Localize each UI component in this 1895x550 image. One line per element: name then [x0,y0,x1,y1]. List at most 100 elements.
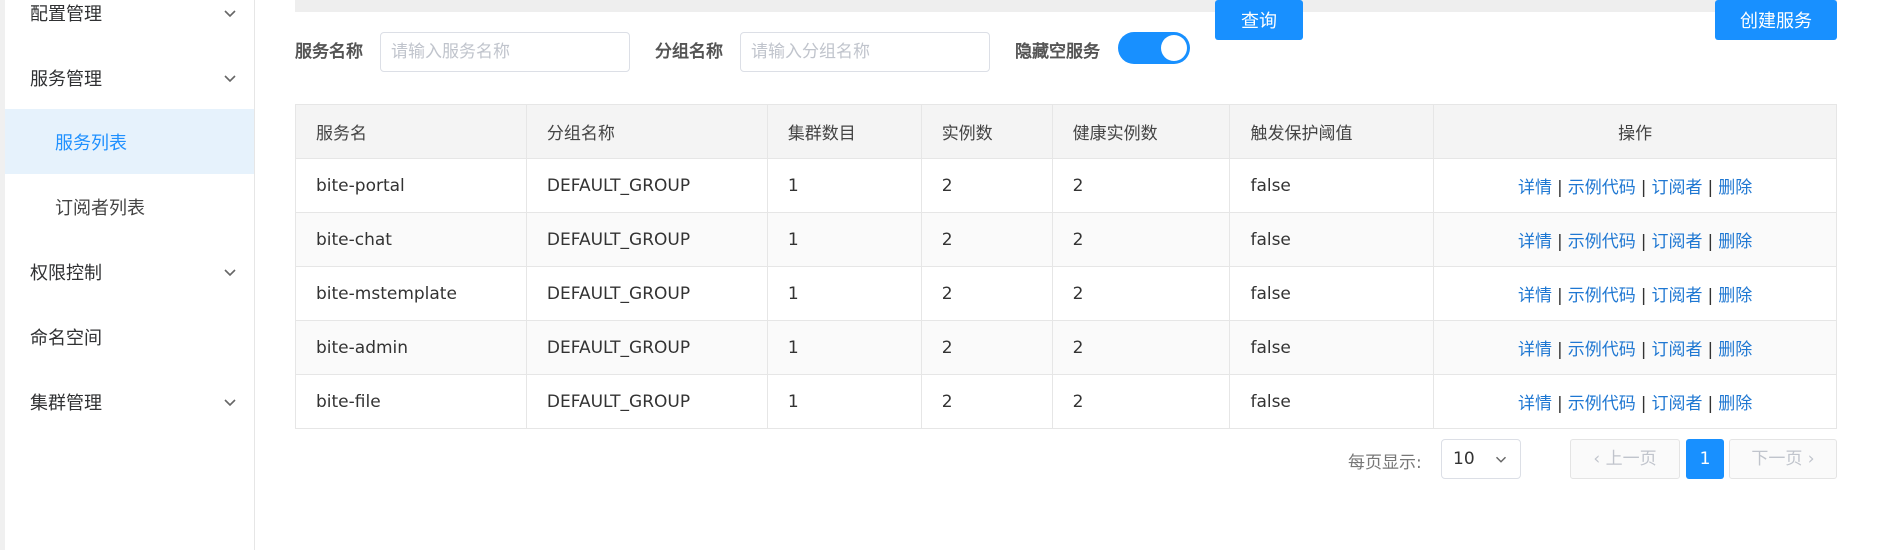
detail-link[interactable]: 详情 [1518,340,1552,360]
subscribers-link[interactable]: 订阅者 [1652,178,1703,198]
sidebar-item-namespace[interactable]: 命名空间 [5,304,254,369]
action-separator: | [1707,340,1714,360]
cell-cluster-count: 1 [766,374,922,429]
column-header-healthy-instance-count: 健康实例数 [1051,104,1231,159]
table-row: bite-file DEFAULT_GROUP 1 2 2 false 详情 | 示例代码 | 订阅… [295,374,1837,429]
sidebar-item-subscriber-list[interactable]: 订阅者列表 [5,174,254,239]
action-separator: | [1557,232,1563,252]
cell-healthy-instance-count: 2 [1051,374,1231,429]
cell-healthy-instance-count: 2 [1051,266,1231,321]
table-row: bite-chat DEFAULT_GROUP 1 2 2 false 详情 | 示例代码 | 订阅… [295,212,1837,267]
group-name-input[interactable] [740,32,990,72]
delete-link[interactable]: 删除 [1718,340,1752,360]
page-size-select[interactable]: 10 [1441,439,1521,479]
detail-link[interactable]: 详情 [1518,286,1552,306]
delete-link[interactable]: 删除 [1718,232,1752,252]
sidebar-item-service-list[interactable]: 服务列表 [5,109,254,174]
query-button[interactable]: 查询 [1215,0,1303,40]
detail-link[interactable]: 详情 [1518,178,1552,198]
chevron-left-icon: ‹ [1593,449,1601,469]
action-separator: | [1640,178,1647,198]
column-header-group-name: 分组名称 [525,104,768,159]
sample-code-link[interactable]: 示例代码 [1568,178,1636,198]
action-separator: | [1557,340,1563,360]
cell-cluster-count: 1 [766,158,922,213]
cell-instance-count: 2 [920,266,1053,321]
cell-cluster-count: 1 [766,320,922,375]
cell-service-name: bite-admin [295,320,527,375]
sample-code-link[interactable]: 示例代码 [1568,286,1636,306]
action-separator: | [1707,232,1714,252]
table-row: bite-portal DEFAULT_GROUP 1 2 2 false 详情 | 示例代码 |… [295,158,1837,213]
cell-actions: 详情 | 示例代码 | 订阅者 | 删除 [1433,320,1837,375]
cell-cluster-count: 1 [766,212,922,267]
next-page-button[interactable]: 下一页 › [1729,439,1837,479]
action-separator: | [1557,178,1563,198]
cell-group-name: DEFAULT_GROUP [525,212,768,267]
cell-healthy-instance-count: 2 [1051,158,1231,213]
cell-group-name: DEFAULT_GROUP [525,158,768,213]
table-row: bite-mstemplate DEFAULT_GROUP 1 2 2 false 详情 | 示… [295,266,1837,321]
cell-healthy-instance-count: 2 [1051,212,1231,267]
prev-page-button[interactable]: ‹ 上一页 [1570,439,1680,479]
sidebar-item-config-management[interactable]: 配置管理 [5,0,254,45]
cell-protect-threshold: false [1229,158,1435,213]
sidebar-item-label: 服务列表 [55,132,127,154]
cell-service-name: bite-chat [295,212,527,267]
cell-group-name: DEFAULT_GROUP [525,266,768,321]
cell-protect-threshold: false [1229,212,1435,267]
create-service-button[interactable]: 创建服务 [1715,0,1837,40]
sidebar-item-label: 配置管理 [30,3,102,25]
cell-actions: 详情 | 示例代码 | 订阅者 | 删除 [1433,158,1837,213]
subscribers-link[interactable]: 订阅者 [1652,232,1703,252]
sample-code-link[interactable]: 示例代码 [1568,340,1636,360]
group-name-label: 分组名称 [655,42,723,62]
cell-instance-count: 2 [920,212,1053,267]
action-separator: | [1707,394,1714,414]
cell-group-name: DEFAULT_GROUP [525,374,768,429]
subscribers-link[interactable]: 订阅者 [1652,394,1703,414]
cell-cluster-count: 1 [766,266,922,321]
subscribers-link[interactable]: 订阅者 [1652,340,1703,360]
cell-instance-count: 2 [920,320,1053,375]
table-header-row: 服务名 分组名称 集群数目 实例数 健康实例数 触发保护阈值 操作 [295,104,1837,159]
chevron-down-icon [224,9,236,17]
cell-protect-threshold: false [1229,320,1435,375]
delete-link[interactable]: 删除 [1718,178,1752,198]
delete-link[interactable]: 删除 [1718,394,1752,414]
cell-actions: 详情 | 示例代码 | 订阅者 | 删除 [1433,212,1837,267]
top-info-strip [295,0,1837,12]
detail-link[interactable]: 详情 [1518,232,1552,252]
sidebar-item-label: 订阅者列表 [55,197,145,219]
sample-code-link[interactable]: 示例代码 [1568,394,1636,414]
cell-service-name: bite-file [295,374,527,429]
service-name-label: 服务名称 [295,42,363,62]
next-page-label: 下一页 [1751,449,1803,469]
action-separator: | [1640,394,1647,414]
detail-link[interactable]: 详情 [1518,394,1552,414]
chevron-down-icon [224,74,236,82]
chevron-down-icon [224,398,236,406]
delete-link[interactable]: 删除 [1718,286,1752,306]
cell-group-name: DEFAULT_GROUP [525,320,768,375]
cell-protect-threshold: false [1229,374,1435,429]
column-header-cluster-count: 集群数目 [766,104,922,159]
prev-page-label: 上一页 [1605,449,1657,469]
action-separator: | [1640,286,1647,306]
page-size-label: 每页显示: [1348,453,1422,473]
page-number-current[interactable]: 1 [1686,439,1724,479]
service-name-input[interactable] [380,32,630,72]
column-header-service-name: 服务名 [295,104,527,159]
service-table: 服务名 分组名称 集群数目 实例数 健康实例数 触发保护阈值 操作 bite-p… [295,104,1837,429]
sample-code-link[interactable]: 示例代码 [1568,232,1636,252]
sidebar-item-cluster-management[interactable]: 集群管理 [5,369,254,434]
sidebar-item-service-management[interactable]: 服务管理 [5,45,254,110]
chevron-right-icon: › [1807,449,1815,469]
subscribers-link[interactable]: 订阅者 [1652,286,1703,306]
cell-service-name: bite-mstemplate [295,266,527,321]
sidebar-item-access-control[interactable]: 权限控制 [5,239,254,304]
action-separator: | [1707,286,1714,306]
cell-actions: 详情 | 示例代码 | 订阅者 | 删除 [1433,266,1837,321]
hide-empty-services-toggle[interactable] [1118,32,1190,64]
action-separator: | [1707,178,1714,198]
